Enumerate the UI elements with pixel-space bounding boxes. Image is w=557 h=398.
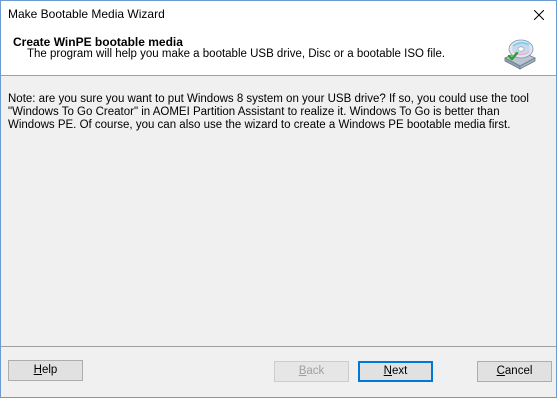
back-label-rest: ack — [306, 365, 325, 377]
next-accelerator: N — [383, 365, 392, 377]
disc-icon — [504, 39, 536, 70]
note-text: Note: are you sure you want to put Windo… — [8, 93, 529, 131]
wizard-body: Note: are you sure you want to put Windo… — [1, 76, 556, 344]
header-title: Create WinPE bootable media — [13, 35, 183, 49]
back-button[interactable]: Back — [274, 361, 349, 382]
header-subtitle: The program will help you make a bootabl… — [27, 48, 446, 60]
footer-divider — [1, 346, 556, 347]
next-button[interactable]: Next — [358, 361, 433, 382]
wizard-header: Create WinPE bootable media The program … — [1, 29, 556, 76]
title-bar[interactable]: Make Bootable Media Wizard — [1, 1, 556, 29]
help-label-rest: elp — [41, 364, 58, 376]
help-button[interactable]: Help — [8, 360, 83, 381]
wizard-window: Make Bootable Media Wizard Create WinPE … — [0, 0, 557, 398]
close-button[interactable] — [522, 1, 556, 29]
cancel-label-rest: ancel — [504, 365, 533, 377]
close-icon — [534, 10, 544, 20]
cancel-accelerator: C — [496, 365, 505, 377]
help-accelerator: H — [33, 364, 42, 376]
window-title: Make Bootable Media Wizard — [8, 7, 165, 21]
next-label-rest: ext — [391, 365, 408, 377]
cancel-button[interactable]: Cancel — [477, 361, 552, 382]
